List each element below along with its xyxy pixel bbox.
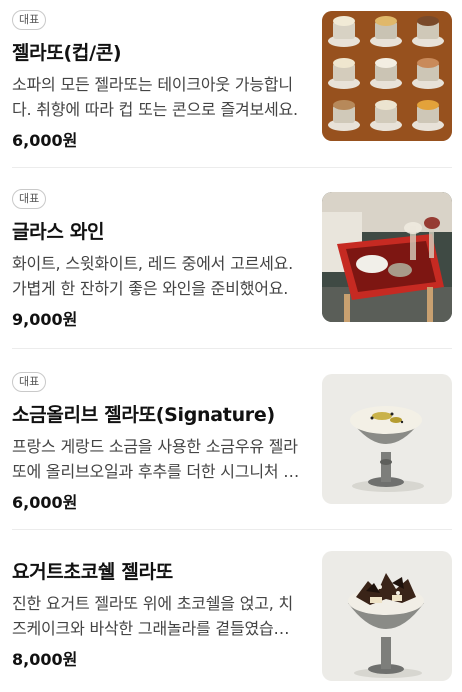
menu-item-price: 6,000원	[12, 131, 78, 150]
menu-item-description: 소파의 모든 젤라또는 테이크아웃 가능합니다. 취향에 따라 컵 또는 콘으로…	[12, 75, 298, 119]
menu-item-price: 6,000원	[12, 493, 78, 512]
divider	[12, 348, 452, 349]
menu-list: 대표 젤라또(컵/콘) 소파의 모든 젤라또는 테이크아웃 가능합니다. 취향에…	[0, 0, 462, 692]
menu-item-photo[interactable]	[322, 374, 452, 504]
menu-item-description: 프랑스 게랑드 소금을 사용한 소금우유 젤라또에 올리브오일과 후추를 더한 …	[12, 437, 298, 481]
divider	[12, 167, 452, 168]
signature-badge: 대표	[12, 10, 47, 30]
divider	[12, 529, 452, 530]
menu-item-name: 젤라또(컵/콘)	[12, 42, 122, 64]
menu-item[interactable]: 요거트초코쉘 젤라또 진한 요거트 젤라또 위에 초코쉘을 얹고, 치즈케이크와…	[0, 551, 462, 692]
yogurt-chocoshell-gelato-image	[322, 551, 452, 681]
menu-item-photo[interactable]	[322, 551, 452, 681]
signature-badge: 대표	[12, 372, 47, 392]
menu-item-price: 9,000원	[12, 310, 78, 329]
menu-item-name: 소금올리브 젤라또(Signature)	[12, 404, 275, 426]
signature-badge: 대표	[12, 189, 47, 209]
salt-olive-gelato-image	[322, 374, 452, 504]
menu-item-description: 진한 요거트 젤라또 위에 초코쉘을 얹고, 치즈케이크와 바삭한 그래놀라를 …	[12, 594, 294, 638]
menu-item[interactable]: 대표 소금올리브 젤라또(Signature) 프랑스 게랑드 소금을 사용한 …	[0, 370, 462, 520]
menu-item-photo[interactable]	[322, 192, 452, 322]
menu-item-info: 대표 글라스 와인 화이트, 스윗화이트, 레드 중에서 고르세요. 가볍게 한…	[12, 187, 308, 330]
menu-item-photo[interactable]	[322, 11, 452, 141]
menu-item[interactable]: 대표 글라스 와인 화이트, 스윗화이트, 레드 중에서 고르세요. 가볍게 한…	[0, 187, 462, 337]
wine-tray-image	[322, 192, 452, 322]
menu-item-name: 글라스 와인	[12, 221, 105, 243]
menu-item-price: 8,000원	[12, 650, 78, 669]
menu-item-description: 화이트, 스윗화이트, 레드 중에서 고르세요. 가볍게 한 잔하기 좋은 와인…	[12, 254, 294, 298]
gelato-cups-grid-image	[322, 11, 452, 141]
menu-item-info: 대표 소금올리브 젤라또(Signature) 프랑스 게랑드 소금을 사용한 …	[12, 370, 308, 513]
menu-item-name: 요거트초코쉘 젤라또	[12, 561, 173, 583]
menu-item-info: 대표 젤라또(컵/콘) 소파의 모든 젤라또는 테이크아웃 가능합니다. 취향에…	[12, 8, 308, 151]
menu-item[interactable]: 대표 젤라또(컵/콘) 소파의 모든 젤라또는 테이크아웃 가능합니다. 취향에…	[0, 8, 462, 158]
menu-item-info: 요거트초코쉘 젤라또 진한 요거트 젤라또 위에 초코쉘을 얹고, 치즈케이크와…	[12, 557, 308, 670]
